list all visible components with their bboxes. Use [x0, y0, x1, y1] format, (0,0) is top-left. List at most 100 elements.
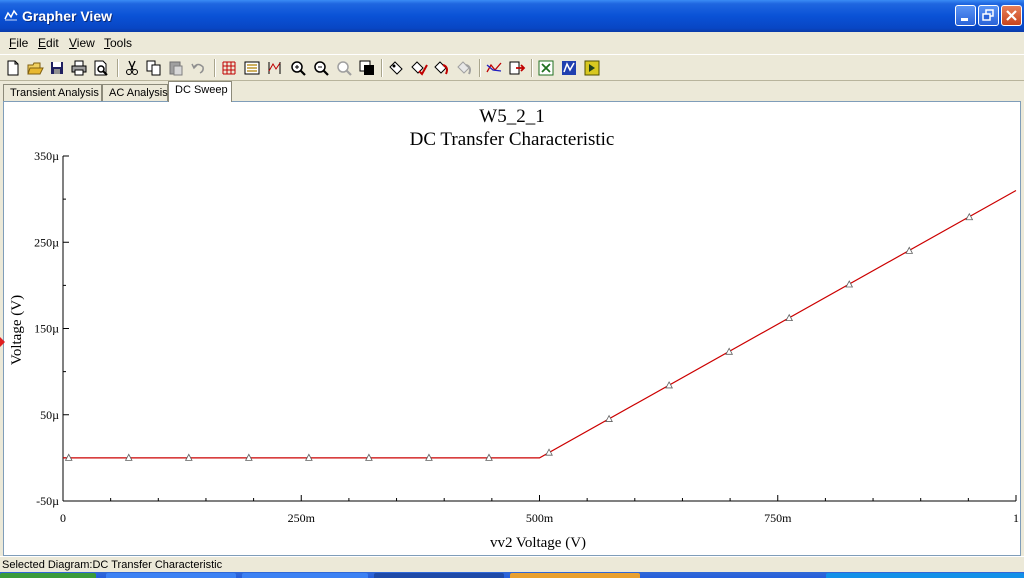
minimize-icon: [961, 18, 968, 21]
add-trace-icon: [434, 61, 448, 75]
grid-button[interactable]: [220, 59, 238, 77]
x-axis-label: vv2 Voltage (V): [490, 535, 586, 551]
trace-marker: [665, 381, 673, 389]
minimize-button[interactable]: [955, 5, 976, 26]
trace-line: [63, 189, 1017, 459]
close-icon: [1006, 10, 1017, 21]
y-axis-label: Voltage (V): [9, 295, 25, 365]
cursors-button[interactable]: [266, 59, 284, 77]
new-button[interactable]: [4, 59, 22, 77]
legend-icon: [244, 61, 260, 75]
x-tick-label: 0: [60, 511, 66, 525]
copy-icon: [146, 60, 161, 76]
cut-button[interactable]: [123, 59, 141, 77]
overlay-traces-icon: [411, 61, 428, 76]
zoom-out-button[interactable]: [312, 59, 330, 77]
trace-marker: [905, 246, 914, 254]
x-tick-label: 250m: [288, 511, 316, 525]
dc-sweep-chart: W5_2_1 DC Transfer Characteristic vv2 Vo…: [9, 106, 1019, 551]
taskbar-item[interactable]: [510, 573, 640, 578]
chart-title: W5_2_1: [479, 106, 544, 127]
grapher-app-icon: [4, 9, 18, 21]
plot-area: [63, 189, 1017, 461]
new-icon: [7, 60, 19, 76]
properties-button[interactable]: [387, 59, 405, 77]
start-button[interactable]: [0, 573, 96, 578]
y-tick-label: 50µ: [40, 408, 59, 422]
menu-view[interactable]: View: [69, 36, 95, 50]
window-title: Grapher View: [22, 8, 113, 24]
menu-tools[interactable]: Tools: [104, 36, 132, 50]
export-button[interactable]: [508, 59, 526, 77]
x-tick-label: 1: [1013, 511, 1019, 525]
open-icon: [27, 62, 44, 75]
remove-trace-icon: [457, 61, 471, 75]
trace-marker: [845, 280, 854, 288]
toolbar-separator: [479, 59, 481, 77]
zoom-out-icon: [314, 61, 329, 76]
toolbar-separator: [117, 59, 119, 77]
zoom-in-icon: [291, 61, 306, 76]
zoom-in-button[interactable]: [289, 59, 307, 77]
undo-icon: [191, 63, 204, 74]
title-bar: Grapher View: [0, 0, 1024, 32]
restore-button[interactable]: [978, 5, 999, 26]
reverse-colors-button[interactable]: [358, 59, 376, 77]
grid-icon: [222, 61, 236, 75]
export-labview-icon: [584, 60, 600, 76]
undo-button[interactable]: [189, 59, 207, 77]
y-tick-label: 150µ: [34, 322, 59, 336]
export-icon: [509, 61, 526, 75]
status-text: Selected Diagram:DC Transfer Characteris…: [2, 559, 223, 571]
y-tick-label: 250µ: [34, 235, 59, 249]
save-button[interactable]: [48, 59, 66, 77]
y-tick-label: -50µ: [36, 494, 59, 508]
legend-button[interactable]: [243, 59, 261, 77]
show-markers-icon: [486, 62, 502, 73]
trace-marker: [605, 414, 613, 422]
system-tray: [826, 573, 1024, 578]
y-tick-label: 350µ: [34, 149, 59, 163]
cut-icon: [126, 60, 138, 75]
chart-subtitle: DC Transfer Characteristic: [410, 129, 615, 150]
menu-file[interactable]: File: [9, 36, 28, 50]
overlay-traces-button[interactable]: [410, 59, 428, 77]
trace-marker: [965, 212, 974, 221]
remove-trace-button[interactable]: [456, 59, 474, 77]
zoom-full-button[interactable]: [335, 59, 353, 77]
copy-button[interactable]: [145, 59, 163, 77]
paste-button[interactable]: [167, 59, 185, 77]
properties-icon: [389, 61, 403, 75]
close-button[interactable]: [1001, 5, 1022, 26]
print-preview-button[interactable]: [92, 59, 110, 77]
menu-edit[interactable]: Edit: [38, 36, 59, 50]
open-button[interactable]: [26, 59, 44, 77]
trace-marker: [545, 448, 553, 456]
print-button[interactable]: [70, 59, 88, 77]
toolbar-separator: [531, 59, 533, 77]
x-tick-label: 500m: [526, 511, 554, 525]
taskbar-item[interactable]: [374, 573, 504, 578]
analysis-tabs: Transient Analysis AC Analysis DC Sweep: [0, 81, 1024, 102]
tab-ac-analysis[interactable]: AC Analysis: [102, 84, 168, 102]
zoom-full-icon: [337, 61, 352, 76]
export-mathcad-button[interactable]: [560, 59, 578, 77]
tab-dc-sweep[interactable]: DC Sweep: [168, 81, 232, 102]
trace-marker: [725, 347, 734, 355]
export-excel-button[interactable]: [537, 59, 555, 77]
menu-bar: File Edit View Tools: [0, 32, 1024, 54]
export-excel-icon: [538, 60, 554, 76]
print-preview-icon: [94, 60, 108, 76]
splitter-arrow[interactable]: [0, 337, 5, 347]
paste-icon: [169, 61, 183, 76]
restore-icon: [982, 9, 994, 21]
show-markers-button[interactable]: [485, 59, 503, 77]
taskbar-item[interactable]: [106, 573, 236, 578]
status-bar: Selected Diagram:DC Transfer Characteris…: [0, 556, 1024, 573]
toolbar-separator: [214, 59, 216, 77]
tab-transient-analysis[interactable]: Transient Analysis: [3, 84, 102, 102]
graph-panel[interactable]: W5_2_1 DC Transfer Characteristic vv2 Vo…: [3, 101, 1021, 556]
add-trace-button[interactable]: [433, 59, 451, 77]
export-labview-button[interactable]: [583, 59, 601, 77]
taskbar-item[interactable]: [242, 573, 368, 578]
